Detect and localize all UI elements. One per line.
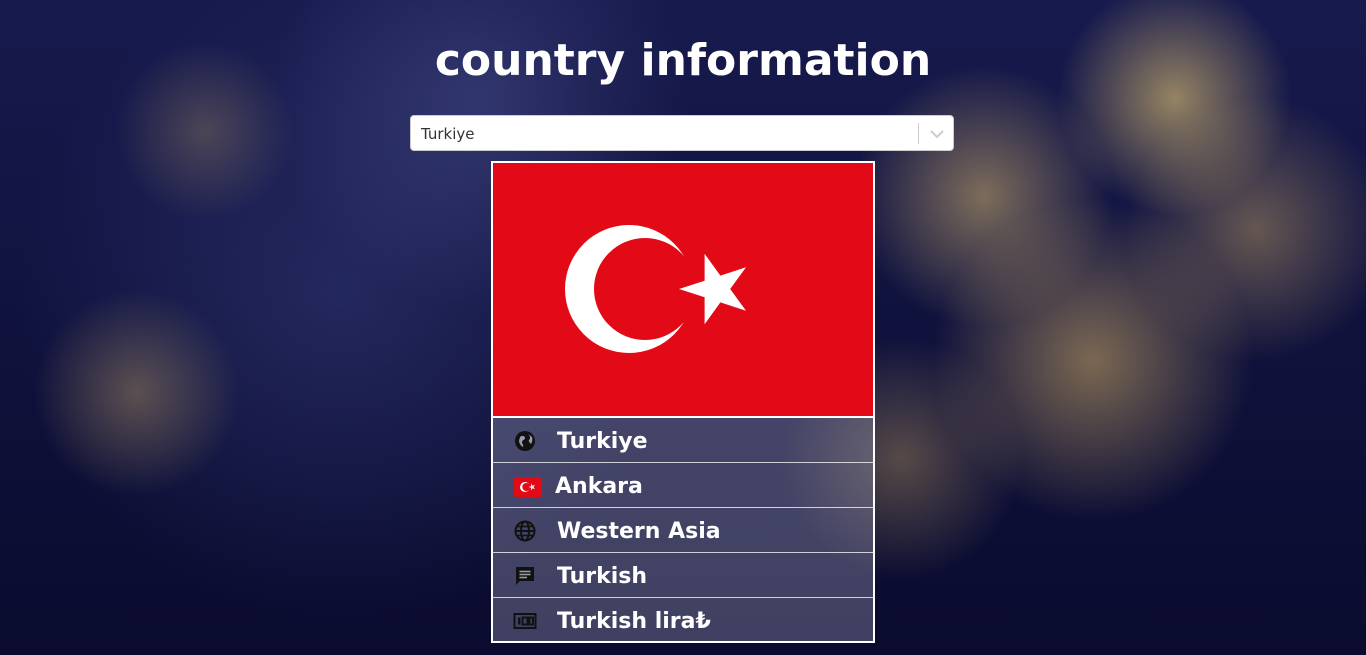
- chat-icon: [513, 564, 537, 588]
- money-icon: [513, 609, 537, 633]
- country-select-value: Turkiye: [421, 125, 475, 143]
- country-name: Turkiye: [557, 429, 648, 454]
- globe-icon: [513, 429, 537, 453]
- country-flag-image: [493, 163, 873, 418]
- country-select[interactable]: Turkiye: [410, 115, 954, 151]
- country-currency: Turkish lira₺: [557, 609, 711, 634]
- country-card: Turkiye Ankara Western Asia Turkish Turk…: [491, 161, 875, 643]
- detail-row-name: Turkiye: [493, 418, 873, 463]
- page-title: country information: [434, 35, 932, 86]
- detail-row-currency: Turkish lira₺: [493, 598, 873, 641]
- country-region: Western Asia: [557, 519, 721, 544]
- country-language: Turkish: [557, 564, 648, 589]
- language-globe-icon: [513, 519, 537, 543]
- turkey-flag-icon: [514, 477, 542, 497]
- detail-row-region: Western Asia: [493, 508, 873, 553]
- country-details: Turkiye Ankara Western Asia Turkish Turk…: [493, 418, 873, 641]
- detail-row-capital: Ankara: [493, 463, 873, 508]
- country-capital: Ankara: [555, 474, 643, 499]
- detail-row-language: Turkish: [493, 553, 873, 598]
- select-separator: [918, 123, 919, 144]
- chevron-down-icon[interactable]: [927, 125, 947, 143]
